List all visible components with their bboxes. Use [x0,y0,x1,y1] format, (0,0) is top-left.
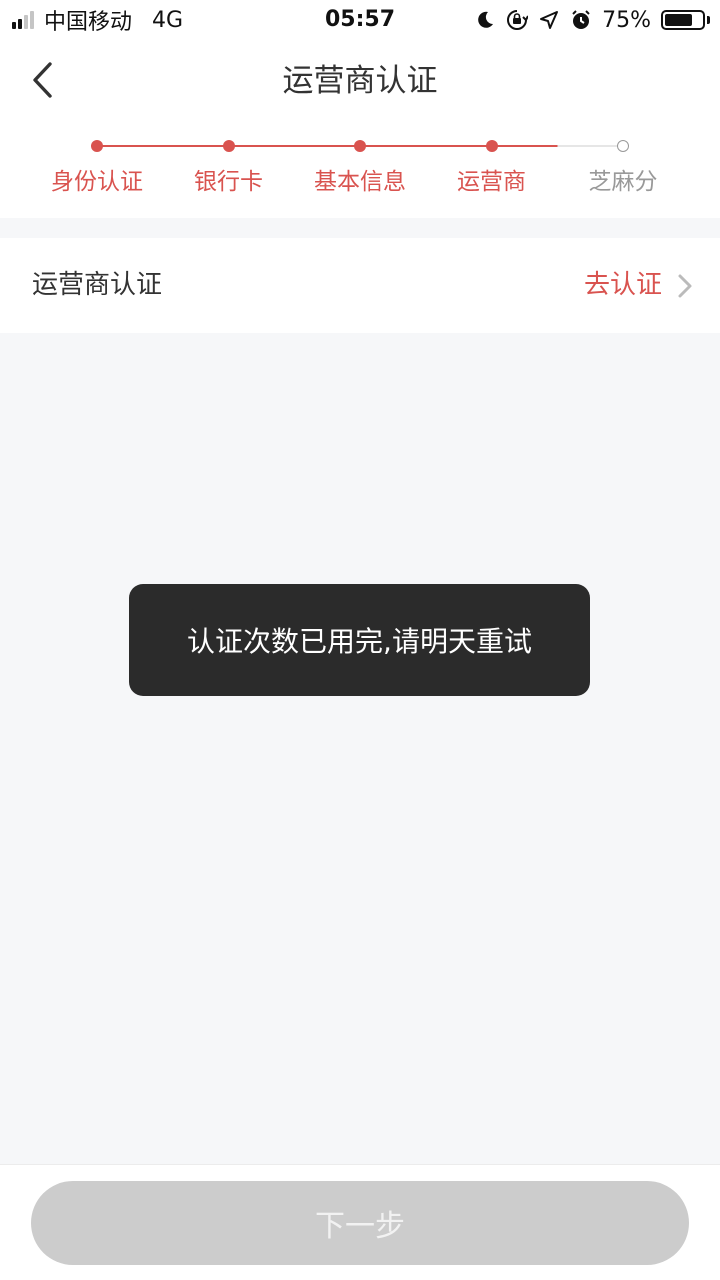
step-dot [485,140,498,152]
progress-steps: 身份认证 银行卡 基本信息 运营商 芝麻分 [0,124,720,218]
step-dot [354,140,366,152]
moon-icon [474,9,496,31]
go-verify-link[interactable]: 去认证 [584,238,662,333]
step-dot [91,140,103,152]
step-label: 运营商 [457,169,526,195]
location-icon [538,9,560,31]
step-connector [97,145,229,147]
step-label: 银行卡 [194,169,263,195]
chevron-right-icon [678,274,692,298]
row-label: 运营商认证 [32,270,163,300]
next-step-button[interactable]: 下一步 [31,1181,689,1265]
step-label: 身份认证 [51,169,143,195]
page-title: 运营商认证 [282,63,438,99]
battery-percent: 75% [602,7,651,33]
toast-message: 认证次数已用完,请明天重试 [187,625,532,658]
step-connector [491,145,623,147]
battery-icon [661,10,710,30]
step-connector [360,145,492,147]
nav-bar: 运营商认证 [0,40,720,124]
step-connector [228,145,360,147]
chevron-left-icon [33,62,52,98]
status-bar: 中国移动 4G 05:57 75% [0,0,720,40]
bottom-bar: 下一步 [0,1164,720,1280]
toast: 认证次数已用完,请明天重试 [129,584,590,696]
step-dot [617,140,629,152]
carrier-name: 中国移动 [44,10,133,35]
back-button[interactable] [20,58,64,102]
step-dot [222,140,235,152]
step-label: 基本信息 [314,169,406,195]
rotation-lock-icon [506,9,529,31]
carrier-auth-row[interactable]: 运营商认证 去认证 [0,238,720,333]
step-label: 芝麻分 [588,169,658,195]
network-type: 4G [152,7,184,33]
alarm-icon [570,9,592,31]
signal-icon [12,11,34,29]
